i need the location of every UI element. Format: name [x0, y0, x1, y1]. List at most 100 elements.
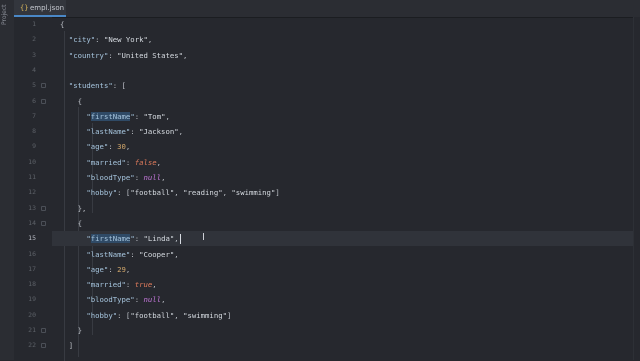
line-number: 12 [28, 188, 36, 197]
comma: , [161, 295, 166, 305]
code-line-22: ] [52, 338, 640, 353]
json-string: "Jackson" [139, 127, 179, 137]
line-number: 1 [32, 20, 36, 28]
json-boolean: false [134, 157, 157, 167]
separator: : [130, 127, 140, 137]
json-key: "bloodType" [86, 295, 135, 305]
editor-tab-bar: {} empl.json [14, 0, 640, 18]
json-key: "age" [86, 142, 109, 152]
json-key: "hobby" [86, 310, 118, 320]
bracket-close: ] [227, 310, 232, 320]
line-number: 17 [28, 264, 36, 273]
brace-open: { [60, 20, 65, 29]
code-line-1: { [52, 17, 640, 32]
separator: : [108, 50, 118, 60]
code-editor[interactable]: 1 2 3 4 5 6 7 8 9 10 11 12 13 14 15 16 17 18 19 20 21 22 { "c… [14, 17, 640, 361]
comma: , [161, 173, 166, 182]
line-number: 14 [28, 218, 36, 227]
json-string: "Tom" [143, 111, 166, 121]
comma: , [147, 35, 153, 45]
json-boolean: true [134, 280, 153, 290]
fold-marker-icon[interactable] [41, 205, 46, 211]
code-line-19: "bloodType": null, [52, 292, 640, 307]
line-number: 5 [32, 81, 36, 90]
json-key-highlighted: firstName [90, 111, 131, 121]
comma: , [125, 142, 131, 152]
line-number: 2 [32, 35, 36, 44]
json-key: "lastName" [86, 127, 131, 137]
line-number: 7 [32, 111, 36, 120]
json-string: "swimming" [183, 310, 227, 320]
json-string: "football" [130, 188, 175, 198]
json-string: "swimming" [231, 188, 276, 198]
code-line-2: "city": "New York", [52, 32, 640, 47]
code-line-10: "married": false, [52, 155, 640, 170]
code-line-3: "country": "United States", [52, 48, 640, 63]
code-line-17: "age": 29, [52, 262, 640, 277]
project-tool-strip[interactable]: Project [0, 0, 15, 360]
bracket-close: ] [68, 341, 74, 351]
separator: : [117, 310, 126, 320]
comma: , [125, 264, 131, 274]
tab-label: empl.json [30, 3, 65, 12]
json-number: 30 [117, 142, 126, 152]
fold-marker-icon[interactable] [41, 83, 46, 89]
brace-open: { [77, 96, 82, 106]
json-null: null [143, 295, 162, 305]
fold-marker-icon[interactable] [41, 98, 46, 104]
json-key: "married" [86, 157, 126, 167]
mouse-ibeam-cursor-icon: I [202, 232, 205, 243]
line-number-gutter: 1 2 3 4 5 6 7 8 9 10 11 12 13 14 15 16 17 18 19 20 21 22 [14, 17, 52, 360]
fold-marker-icon[interactable] [41, 220, 46, 226]
separator: : [112, 81, 122, 91]
line-number: 10 [28, 157, 36, 166]
bracket-close: ] [275, 188, 280, 198]
line-number: 15 [28, 234, 36, 243]
separator: : [125, 157, 135, 167]
fold-marker-icon[interactable] [41, 343, 46, 349]
json-file-icon: {} [20, 3, 29, 12]
separator: : [95, 35, 104, 45]
line-number: 6 [32, 96, 36, 105]
text-caret [179, 234, 181, 245]
code-line-7: "firstName": "Tom", [52, 109, 640, 124]
separator: : [108, 264, 118, 274]
comma: , [174, 310, 184, 320]
json-string: "football" [130, 310, 175, 320]
vertical-scrollbar[interactable] [633, 17, 640, 360]
json-number: 29 [117, 264, 126, 274]
fold-marker-icon[interactable] [41, 328, 46, 333]
separator: : [134, 111, 144, 121]
line-number: 21 [28, 326, 36, 334]
code-line-18: "married": true, [52, 277, 640, 292]
tab-empl-json[interactable]: {} empl.json [14, 0, 66, 17]
line-number: 8 [32, 127, 36, 136]
bracket-open: [ [121, 81, 126, 91]
comma: , [178, 127, 184, 137]
json-key: "lastName" [86, 249, 131, 259]
code-line-5: "students": [ [52, 78, 640, 93]
separator: : [117, 188, 126, 198]
comma: , [152, 280, 157, 290]
json-string: "Linda" [143, 234, 175, 244]
code-line-9: "age": 30, [52, 139, 640, 154]
comma: , [174, 249, 179, 259]
separator: : [134, 234, 144, 244]
line-number: 4 [32, 65, 36, 74]
code-area[interactable]: { "city": "New York", "country": "United… [52, 17, 640, 361]
code-line-13: }, [52, 201, 640, 216]
json-key: "students" [68, 81, 113, 91]
separator: : [125, 280, 135, 290]
comma: , [183, 50, 188, 60]
project-tool-label[interactable]: Project [1, 4, 13, 32]
code-line-11: "bloodType": null, [52, 170, 640, 185]
code-line-15-current: "firstName": "Linda", [52, 231, 640, 247]
separator: : [130, 249, 140, 259]
line-number: 16 [28, 249, 36, 258]
line-number: 22 [28, 341, 36, 350]
code-line-8: "lastName": "Jackson", [52, 124, 640, 139]
line-number: 11 [28, 173, 36, 181]
brace-close: }, [77, 203, 87, 213]
separator: : [108, 142, 118, 152]
